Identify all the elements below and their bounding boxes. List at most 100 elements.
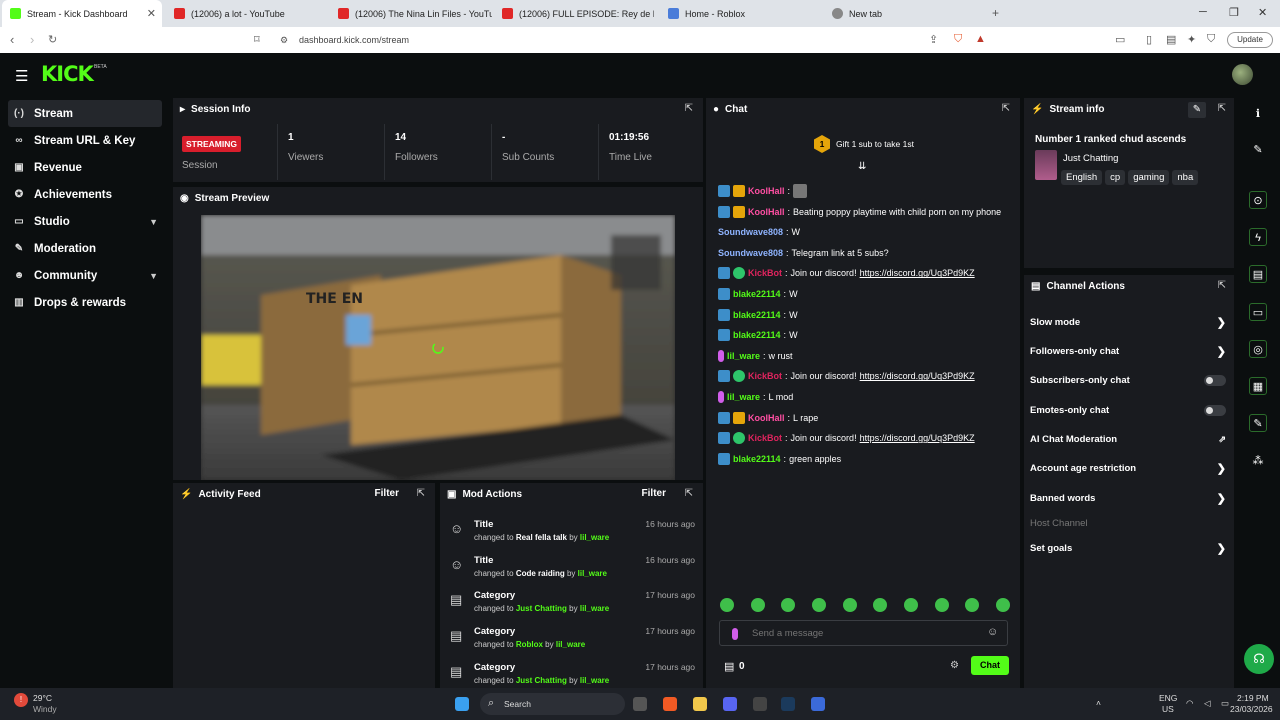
filter-button[interactable]: Filter [642,488,666,499]
kick-badge-icon[interactable] [718,370,730,383]
weather-temp[interactable]: 29°C [33,693,52,703]
chat-username[interactable]: Soundwave808 [718,248,783,258]
store-icon[interactable]: ▦ [1249,377,1267,395]
account-age-row[interactable]: Account age restriction ❯ [1030,457,1226,479]
kick-badge-icon[interactable] [718,432,730,445]
leo-icon[interactable]: ✦ [1187,33,1196,46]
windows-start-icon[interactable] [455,697,469,711]
wifi-icon[interactable]: ◠ [1186,698,1193,709]
popout-icon[interactable]: ⇱ [685,103,693,114]
close-tab-icon[interactable]: ✕ [147,7,156,20]
emote-icon[interactable] [995,598,1010,612]
popout-icon[interactable]: ⇱ [417,488,425,499]
reader-icon[interactable]: ▯ [1146,33,1152,46]
tab-kick-dashboard[interactable]: Stream - Kick Dashboard ✕ [2,0,162,27]
battery-icon[interactable]: ▭ [1221,698,1229,709]
banned-words-row[interactable]: Banned words ❯ [1030,487,1226,509]
tag-pill[interactable]: cp [1105,170,1126,185]
language-code[interactable]: ENG [1159,693,1177,703]
chat-username[interactable]: Soundwave808 [718,227,783,237]
new-tab-icon[interactable]: + [992,6,999,20]
tray-overflow-icon[interactable]: ˄ [1096,698,1101,708]
emoji-picker-icon[interactable]: ☺ [987,626,998,638]
target-icon[interactable]: ⊙ [1249,191,1267,209]
brave-shield-icon[interactable]: ⛉ [954,33,962,46]
category-name[interactable]: Just Chatting [1063,153,1118,164]
minimize-icon[interactable]: ─ [1199,6,1207,18]
emote-icon[interactable] [781,598,796,612]
bookmark-icon[interactable]: ⌑ [254,33,260,46]
maximize-icon[interactable]: ❐ [1229,6,1239,19]
clipboard-icon[interactable]: ▤ [1249,265,1267,283]
sidebar-item-achievements[interactable]: ✪ Achievements [0,181,170,208]
gold-badge-icon[interactable] [733,205,745,218]
sidebar-item-stream[interactable]: (·) Stream [8,100,162,127]
task-view-icon[interactable] [633,697,647,711]
kick-badge-icon[interactable] [718,308,730,321]
followers-only-row[interactable]: Followers-only chat ❯ [1030,340,1226,362]
sidebar-item-revenue[interactable]: ▣ Revenue [0,154,170,181]
site-info-icon[interactable]: ⚙ [280,35,288,46]
gold-badge-icon[interactable] [733,411,745,424]
lightning-icon[interactable]: ϟ [1249,228,1267,246]
gift-leaderboard[interactable]: 1 Gift 1 sub to take 1st [814,135,914,153]
chat-username[interactable]: KickBot [748,371,782,381]
chat-username[interactable]: KickBot [748,268,782,278]
detail-user[interactable]: lil_ware [580,676,609,685]
chat-link[interactable]: https://discord.gg/Uq3Pd9KZ [860,433,975,443]
sidebar-item-drops-rewards[interactable]: ▥ Drops & rewards [0,289,170,316]
emote-icon[interactable] [965,598,980,612]
tab-roblox[interactable]: Home - Roblox [660,0,820,27]
detail-user[interactable]: lil_ware [578,569,607,578]
rewards-icon[interactable]: ▲ [975,33,986,45]
broadcast-icon[interactable]: ◎ [1249,340,1267,358]
emote-icon[interactable] [903,598,918,612]
back-icon[interactable]: ‹ [10,32,14,47]
sidebar-item-studio[interactable]: ▭ Studio ▼ [0,208,170,235]
popout-icon[interactable]: ⇱ [1218,103,1226,114]
emote-icon[interactable] [720,598,734,612]
popout-icon[interactable]: ⇱ [1218,280,1226,291]
chat-username[interactable]: lil_ware [727,351,760,361]
detail-user[interactable]: lil_ware [580,604,609,613]
tab-youtube-2[interactable]: (12006) The Nina Lin Files - YouTube [330,0,492,27]
chat-username[interactable]: blake22114 [733,454,781,464]
chat-message-input[interactable] [752,626,972,640]
emote-icon[interactable] [811,598,826,612]
green-badge-icon[interactable] [733,370,745,383]
green-badge-icon[interactable] [733,267,745,280]
share-icon[interactable]: ⇪ [929,33,938,46]
menu-icon[interactable]: ☰ [15,67,28,85]
wrench-icon[interactable]: ✎ [1249,414,1267,432]
detail-user[interactable]: lil_ware [580,533,609,542]
chat-username[interactable]: blake22114 [733,289,781,299]
detail-user[interactable]: lil_ware [556,640,585,649]
chat-username[interactable]: KoolHall [748,207,785,217]
clock-time[interactable]: 2:19 PM [1237,693,1269,703]
discord-icon[interactable] [723,697,737,711]
app-icon[interactable] [753,697,767,711]
message-input-box[interactable]: ☺ [719,620,1008,646]
chevron-down-icon[interactable]: ▼ [149,271,158,281]
mic-badge-icon[interactable] [718,349,724,362]
chevron-down-icon[interactable]: ▼ [149,217,158,227]
set-goals-row[interactable]: Set goals ❯ [1030,537,1226,559]
volume-icon[interactable]: ◁ [1204,698,1211,709]
filter-button[interactable]: Filter [375,488,399,499]
tag-pill[interactable]: gaming [1128,170,1170,185]
wallet-icon[interactable]: ▤ [1166,33,1176,46]
tag-pill[interactable]: nba [1172,170,1199,185]
kick-badge-icon[interactable] [718,411,730,424]
kick-logo[interactable]: KICK [41,62,94,86]
points-icon[interactable]: ▤ [724,660,734,673]
gold-badge-icon[interactable] [733,185,745,197]
weather-alert-icon[interactable]: ! [14,693,28,707]
sidebar-item-stream-url-key[interactable]: ∞ Stream URL & Key [0,127,170,154]
subscribers-only-toggle[interactable] [1204,374,1226,386]
green-badge-icon[interactable] [733,432,745,445]
emote-icon[interactable] [934,598,949,612]
chat-link[interactable]: https://discord.gg/Uq3Pd9KZ [860,371,975,381]
sidebar-item-community[interactable]: ☻ Community ▼ [0,262,170,289]
kick-badge-icon[interactable] [718,288,730,300]
send-chat-button[interactable]: Chat [971,656,1009,675]
